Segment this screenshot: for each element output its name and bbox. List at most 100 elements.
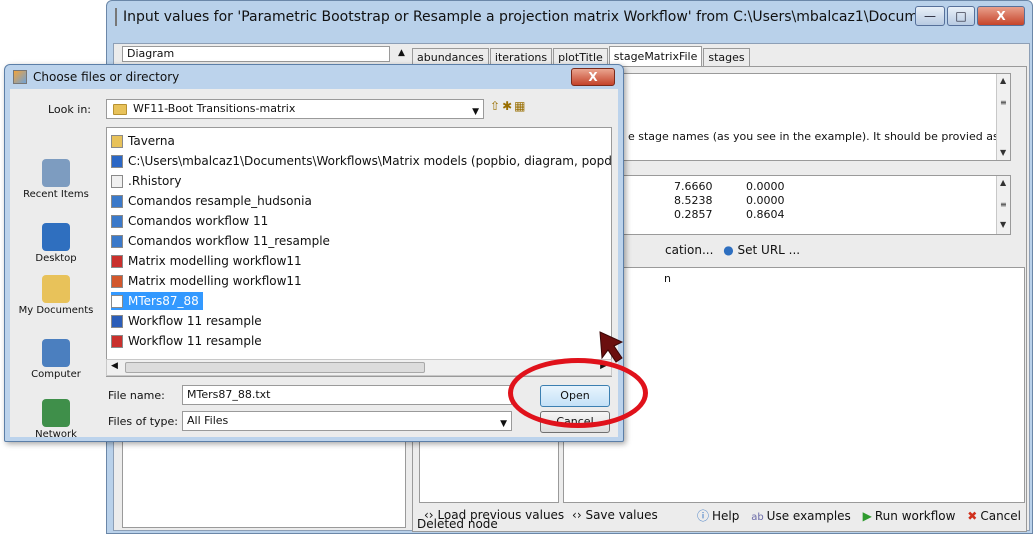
text-file-icon [111,294,123,308]
file-list: Taverna C:\Users\mbalcaz1\Documents\Workf… [106,127,612,377]
files-of-type-value: All Files [187,414,229,427]
scroll-up-icon[interactable]: ▲ [398,48,405,58]
pdf-icon [111,254,123,268]
look-in-value: WF11-Boot Transitions-matrix [133,102,296,115]
blank-file-icon [111,174,123,188]
file-list-item[interactable]: Matrix modelling workflow11 [111,252,302,270]
scroll-left-icon[interactable]: ◀ [111,361,118,371]
file-name: Matrix modelling workflow11 [128,254,302,268]
minimize-button[interactable]: — [915,6,945,26]
file-list-item[interactable]: Workflow 11 resample [111,332,262,350]
file-name: .Rhistory [128,174,182,188]
footer-bar: ‹› Load previous values ‹› Save values ⓘ… [412,496,1027,534]
file-name: Workflow 11 resample [128,334,262,348]
run-icon: ▶ [862,508,872,523]
new-folder-icon[interactable]: ✱ [502,99,514,113]
detail-text: n [664,272,671,285]
file-list-item[interactable]: .Rhistory [111,172,181,190]
place-label: Desktop [35,253,77,264]
taverna-app-icon [13,70,27,84]
tab-stagematrixfile[interactable]: stageMatrixFile [608,46,703,66]
save-arrows-icon: ‹› [572,508,582,522]
file-name-input[interactable]: MTers87_88.txt [182,385,512,405]
dialog-close-button[interactable]: X [571,68,615,86]
use-examples-button[interactable]: Use examples [767,509,851,523]
place-network[interactable]: Network [14,399,98,441]
annotation-arrow-icon [599,331,624,363]
file-name: Workflow 11 resample [128,314,262,328]
file-name: Comandos resample_hudsonia [128,194,312,208]
network-icon [42,399,70,427]
file-list-item[interactable]: Workflow 11 resample [111,312,262,330]
file-name: MTers87_88 [128,294,199,308]
diagram-field[interactable]: Diagram [122,46,390,62]
globe-icon: ● [723,243,734,257]
run-workflow-button[interactable]: Run workflow [875,509,956,523]
taverna-app-icon [115,8,117,26]
navigation-icons: ⇧✱▦ [490,99,527,113]
footer-right: ⓘ Help ab Use examples ▶ Run workflow ✖ Canc… [689,507,1021,524]
save-values-button[interactable]: Save values [585,508,657,522]
matrix-scrollbar[interactable]: ▲ ≡ ▼ [996,176,1010,234]
file-list-item[interactable]: Taverna [111,132,175,150]
tab-stages[interactable]: stages [703,48,750,66]
file-name-label: File name: [108,389,165,402]
window-title-bar: Input values for 'Parametric Bootstrap o… [115,5,915,29]
powerpoint-icon [111,274,123,288]
file-list-item[interactable]: Comandos workflow 11_resample [111,232,330,250]
place-computer[interactable]: Computer [14,339,98,381]
matrix-row: 8.5238 0.0000 [674,194,785,207]
up-folder-icon[interactable]: ⇧ [490,99,502,113]
window-close-button[interactable]: X [977,6,1025,26]
r-file-icon [111,154,123,168]
chevron-down-icon: ▼ [472,107,479,117]
cancel-x-icon: ✖ [967,508,978,523]
place-recent-items[interactable]: Recent Items [14,159,98,201]
window-title: Input values for 'Parametric Bootstrap o… [123,9,915,25]
load-arrows-icon: ‹› [424,508,434,522]
footer-left: ‹› Load previous values ‹› Save values [424,508,658,522]
file-list-item[interactable]: Matrix modelling workflow11 [111,272,302,290]
matrix-row: 7.6660 0.0000 [674,180,785,193]
cancel-button[interactable]: Cancel [980,509,1021,523]
place-label: Computer [31,369,81,380]
r-script-icon [111,194,123,208]
place-desktop[interactable]: Desktop [14,223,98,265]
set-url-button[interactable]: Set URL ... [738,243,801,257]
add-location-button[interactable]: cation... [665,243,713,257]
my-documents-icon [42,275,70,303]
file-name: Matrix modelling workflow11 [128,274,302,288]
chevron-down-icon: ▼ [500,419,507,429]
file-name: Taverna [128,134,175,148]
red-annotation-ellipse [508,358,648,428]
use-examples-icon: ab [751,511,764,523]
description-scrollbar[interactable]: ▲ ≡ ▼ [996,74,1010,160]
place-my-documents[interactable]: My Documents [14,275,98,317]
dialog-title: Choose files or directory [33,70,180,84]
word-icon [111,314,123,328]
place-label: My Documents [18,305,94,316]
file-name: C:\Users\mbalcaz1\Documents\Workflows\Ma… [128,154,612,168]
help-button[interactable]: Help [712,509,739,523]
file-list-item[interactable]: Comandos workflow 11 [111,212,268,230]
file-list-item[interactable]: Comandos resample_hudsonia [111,192,312,210]
scrollbar-thumb[interactable] [125,362,425,373]
help-icon: ⓘ [696,508,709,523]
files-of-type-select[interactable]: All Files ▼ [182,411,512,431]
view-menu-icon[interactable]: ▦ [514,99,527,113]
look-in-label: Look in: [48,103,91,116]
file-name: Comandos workflow 11 [128,214,269,228]
file-list-item[interactable]: MTers87_88 [111,292,203,310]
recent-items-icon [42,159,70,187]
r-script-icon [111,214,123,228]
load-previous-values-button[interactable]: Load previous values [437,508,564,522]
place-label: Network [35,429,77,440]
desktop-icon [42,223,70,251]
maximize-button[interactable]: □ [947,6,975,26]
files-of-type-label: Files of type: [108,415,179,428]
r-script-icon [111,234,123,248]
file-list-item[interactable]: C:\Users\mbalcaz1\Documents\Workflows\Ma… [111,152,612,170]
file-name: Comandos workflow 11_resample [128,234,330,248]
look-in-select[interactable]: WF11-Boot Transitions-matrix ▼ [106,99,484,119]
folder-icon [113,103,127,115]
